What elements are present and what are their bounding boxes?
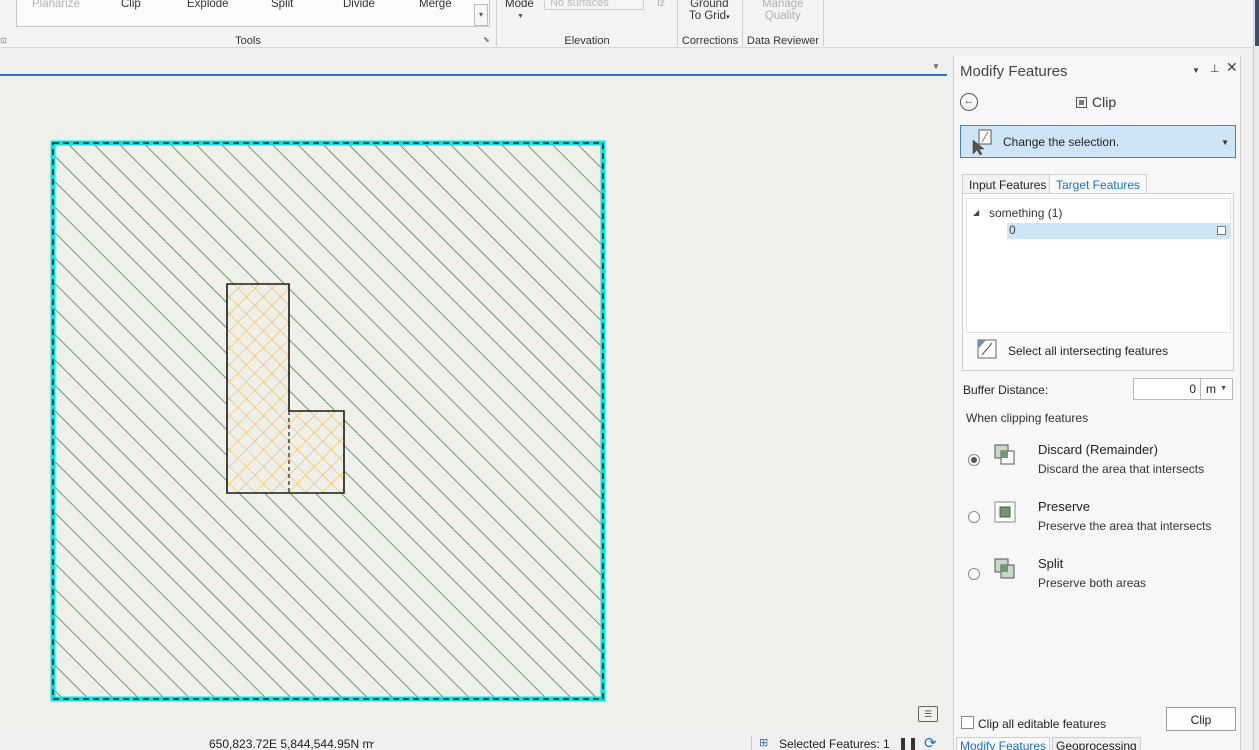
expand-triangle-icon[interactable]: ◢ <box>973 208 979 217</box>
tools-group-label: Tools <box>235 35 261 47</box>
corrections-group-label: Corrections <box>681 35 739 47</box>
data-reviewer-group-label: Data Reviewer <box>746 35 820 47</box>
discard-icon <box>994 444 1015 465</box>
map-canvas[interactable] <box>0 77 947 732</box>
clip-button[interactable]: Clip <box>1166 707 1236 731</box>
pause-drawing-icon[interactable]: ❚❚ <box>898 736 918 750</box>
unit-chevron-icon: ▼ <box>1220 385 1227 392</box>
tab-geoprocessing[interactable]: Geoprocessing <box>1052 737 1141 750</box>
mode-chevron-icon: ▼ <box>517 13 524 20</box>
feature-options-icon[interactable] <box>1217 226 1226 235</box>
clip-icon <box>1076 97 1087 108</box>
data-reviewer-group: Manage Quality Data Reviewer <box>743 0 823 48</box>
merge-button[interactable]: Merge <box>419 0 452 10</box>
map-tab-underline <box>0 74 947 76</box>
tool-title: Clip <box>1076 94 1116 110</box>
corrections-group: Ground To Grid▾ Corrections <box>678 0 742 48</box>
tree-feature-row[interactable]: 0 <box>1007 223 1230 239</box>
status-bar: 650,823.72E 5,844,544.95N m ⌄ ⊞ Selected… <box>0 733 952 750</box>
option-preserve[interactable]: Preserve Preserve the area that intersec… <box>954 499 1242 543</box>
divide-button[interactable]: Divide <box>343 0 375 10</box>
split-radio[interactable] <box>968 568 980 580</box>
clip-all-label[interactable]: Clip all editable features <box>978 717 1106 731</box>
surface-select[interactable]: No surfaces <box>544 0 644 10</box>
ribbon-separator <box>823 0 824 46</box>
target-features-panel: ◢ something (1) 0 Select all intersectin… <box>962 193 1234 371</box>
status-separator <box>751 736 752 750</box>
selection-icon: ⊞ <box>759 737 769 749</box>
coordinate-readout: 650,823.72E 5,844,544.95N m <box>209 737 373 750</box>
option-split[interactable]: Split Preserve both areas <box>954 556 1242 600</box>
select-all-intersecting-label[interactable]: Select all intersecting features <box>1008 344 1168 358</box>
elevation-mode-button[interactable]: Mode <box>505 0 534 10</box>
discard-title: Discard (Remainder) <box>1038 442 1158 457</box>
split-tool-button[interactable]: Split <box>271 0 293 10</box>
discard-radio[interactable] <box>968 454 980 466</box>
close-icon[interactable]: ✕ <box>1226 59 1238 76</box>
pane-bottom-tabs: Modify Features Geoprocessing <box>954 735 1242 750</box>
buffer-unit-select[interactable]: m ▼ <box>1201 378 1233 400</box>
feature-tree: ◢ something (1) 0 <box>966 198 1231 333</box>
tab-target-features[interactable]: Target Features <box>1049 174 1148 194</box>
clip-all-checkbox[interactable] <box>961 716 974 729</box>
preserve-desc: Preserve the area that intersects <box>1038 519 1212 533</box>
tools-group: Planarize Clip Explode Split Divide Merg… <box>0 0 496 48</box>
back-arrow-icon[interactable]: ← <box>960 93 978 111</box>
preserve-icon <box>994 501 1016 523</box>
map-view[interactable]: ☰ <box>0 77 947 732</box>
select-cursor-icon <box>972 129 992 156</box>
preserve-radio[interactable] <box>968 511 980 523</box>
select-intersecting-icon[interactable] <box>977 339 997 359</box>
gallery-scroll-button[interactable]: ▾ <box>474 4 488 26</box>
z-value-icon: Iz <box>657 0 665 9</box>
dropdown-chevron-icon: ▼ <box>1221 138 1229 147</box>
ground-to-grid-button[interactable]: Ground To Grid▾ <box>689 0 730 24</box>
preserve-title: Preserve <box>1038 499 1091 514</box>
buffer-distance-input[interactable]: 0 <box>1133 378 1201 400</box>
elevation-group-label: Elevation <box>564 35 610 47</box>
table-of-contents-icon[interactable]: ☰ <box>918 706 938 722</box>
clip-tool-button[interactable]: Clip <box>121 0 141 10</box>
split-title: Split <box>1038 556 1064 571</box>
modify-features-pane: Modify Features ▼ ⊥ ✕ ← Clip Change the … <box>953 56 1241 750</box>
buffer-distance-label: Buffer Distance: <box>963 383 1049 397</box>
option-discard[interactable]: Discard (Remainder) Discard the area tha… <box>954 442 1242 486</box>
pane-title: Modify Features <box>960 63 1068 80</box>
tools-launcher-icon[interactable]: ⬊ <box>483 35 490 44</box>
discard-desc: Discard the area that intersects <box>1038 462 1205 476</box>
planarize-button[interactable]: Planarize <box>32 0 80 10</box>
split-desc: Preserve both areas <box>1038 576 1147 590</box>
map-view-menu-icon[interactable]: ▼ <box>932 62 940 71</box>
refresh-icon[interactable]: ⟳ <box>924 734 937 750</box>
elevation-group: Mode ▼ No surfaces Iz Elevation <box>497 0 677 48</box>
pin-icon[interactable]: ⊥ <box>1210 62 1220 75</box>
tree-layer-item[interactable]: something (1) <box>989 206 1062 220</box>
tab-modify-features[interactable]: Modify Features <box>956 737 1051 750</box>
coordinate-format-chevron-icon[interactable]: ⌄ <box>368 736 376 747</box>
change-selection-dropdown[interactable]: Change the selection. ▼ <box>960 125 1236 158</box>
tab-input-features[interactable]: Input Features <box>962 174 1054 194</box>
chevron-down-icon[interactable]: ▼ <box>1192 66 1200 75</box>
selected-features-count[interactable]: Selected Features: 1 <box>779 737 890 750</box>
manage-quality-button[interactable]: Manage Quality <box>762 0 804 22</box>
split-icon <box>994 558 1015 579</box>
ribbon: ⊡ Planarize Clip Explode Split Divide Me… <box>0 0 1259 48</box>
explode-button[interactable]: Explode <box>187 0 229 10</box>
window-right-edge <box>1253 0 1259 750</box>
when-clipping-label: When clipping features <box>966 411 1089 425</box>
